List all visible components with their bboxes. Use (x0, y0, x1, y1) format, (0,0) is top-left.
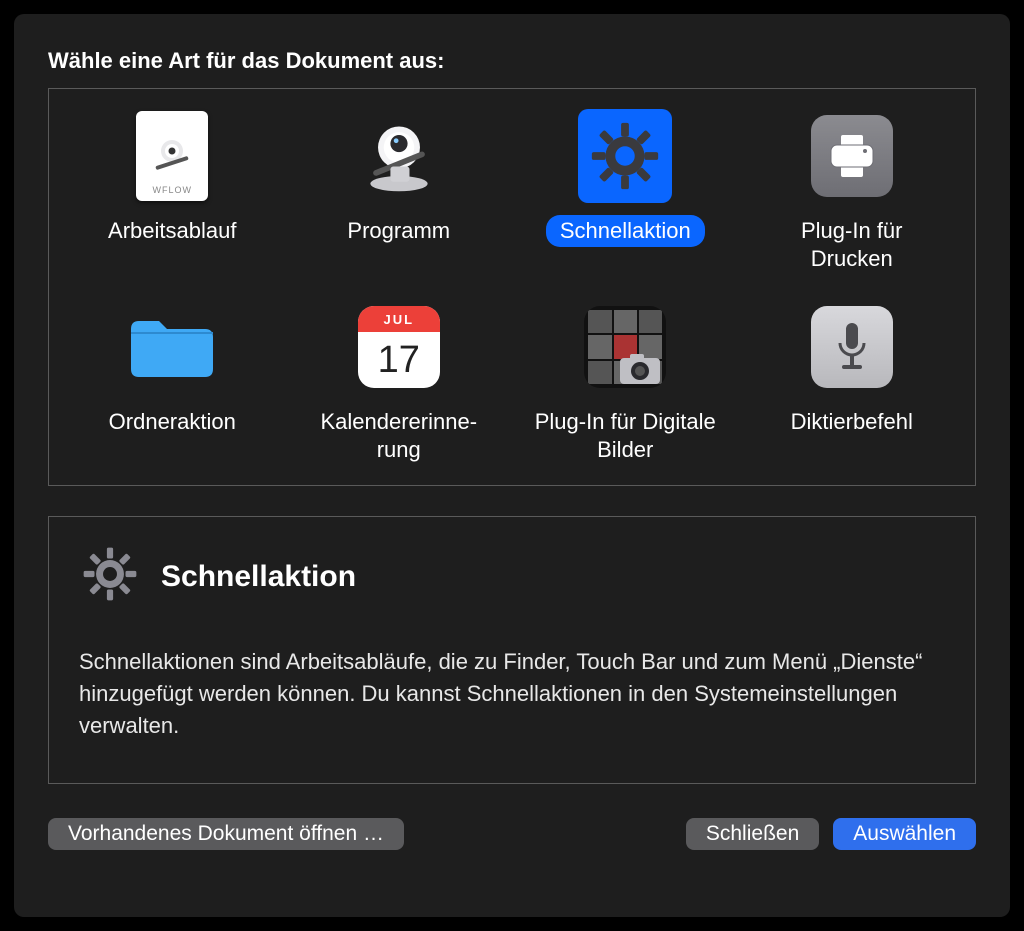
type-imageplugin-label: Plug-In für Digitale Bilder (520, 406, 730, 465)
prompt-label: Wähle eine Art für das Dokument aus: (48, 48, 976, 74)
button-row: Vorhandenes Dokument öffnen … Schließen … (48, 818, 976, 850)
dictation-icon (805, 300, 899, 394)
document-type-chooser-window: Wähle eine Art für das Dokument aus: WFL… (14, 14, 1010, 917)
description-title: Schnellaktion (161, 560, 356, 594)
type-quickaction-label: Schnellaktion (546, 215, 705, 247)
calreminder-icon: JUL 17 (352, 300, 446, 394)
type-workflow[interactable]: WFLOW Arbeitsablauf (59, 109, 286, 274)
quickaction-icon (578, 109, 672, 203)
type-quickaction[interactable]: Schnellaktion (512, 109, 739, 274)
description-text: Schnellaktionen sind Arbeitsabläufe, die… (79, 646, 945, 742)
type-program-label: Programm (333, 215, 464, 247)
type-dictation[interactable]: Diktierbefehl (739, 300, 966, 465)
type-program[interactable]: Programm (286, 109, 513, 274)
printplugin-icon (805, 109, 899, 203)
type-grid-container: WFLOW Arbeitsablauf (48, 88, 976, 486)
workflow-icon: WFLOW (125, 109, 219, 203)
type-folderaction-label: Ordneraktion (95, 406, 250, 438)
type-workflow-label: Arbeitsablauf (94, 215, 250, 247)
type-calreminder[interactable]: JUL 17 Kalendererinne-rung (286, 300, 513, 465)
type-calreminder-label: Kalendererinne-rung (294, 406, 504, 465)
close-button[interactable]: Schließen (686, 818, 819, 850)
gear-icon (79, 543, 141, 610)
type-imageplugin[interactable]: Plug-In für Digitale Bilder (512, 300, 739, 465)
open-existing-button[interactable]: Vorhandenes Dokument öffnen … (48, 818, 404, 850)
folderaction-icon (125, 300, 219, 394)
type-printplugin-label: Plug-In für Drucken (747, 215, 957, 274)
imageplugin-icon (578, 300, 672, 394)
type-printplugin[interactable]: Plug-In für Drucken (739, 109, 966, 274)
type-grid: WFLOW Arbeitsablauf (59, 109, 965, 465)
program-icon (352, 109, 446, 203)
choose-button[interactable]: Auswählen (833, 818, 976, 850)
type-folderaction[interactable]: Ordneraktion (59, 300, 286, 465)
type-dictation-label: Diktierbefehl (777, 406, 927, 438)
description-box: Schnellaktion Schnellaktionen sind Arbei… (48, 516, 976, 784)
